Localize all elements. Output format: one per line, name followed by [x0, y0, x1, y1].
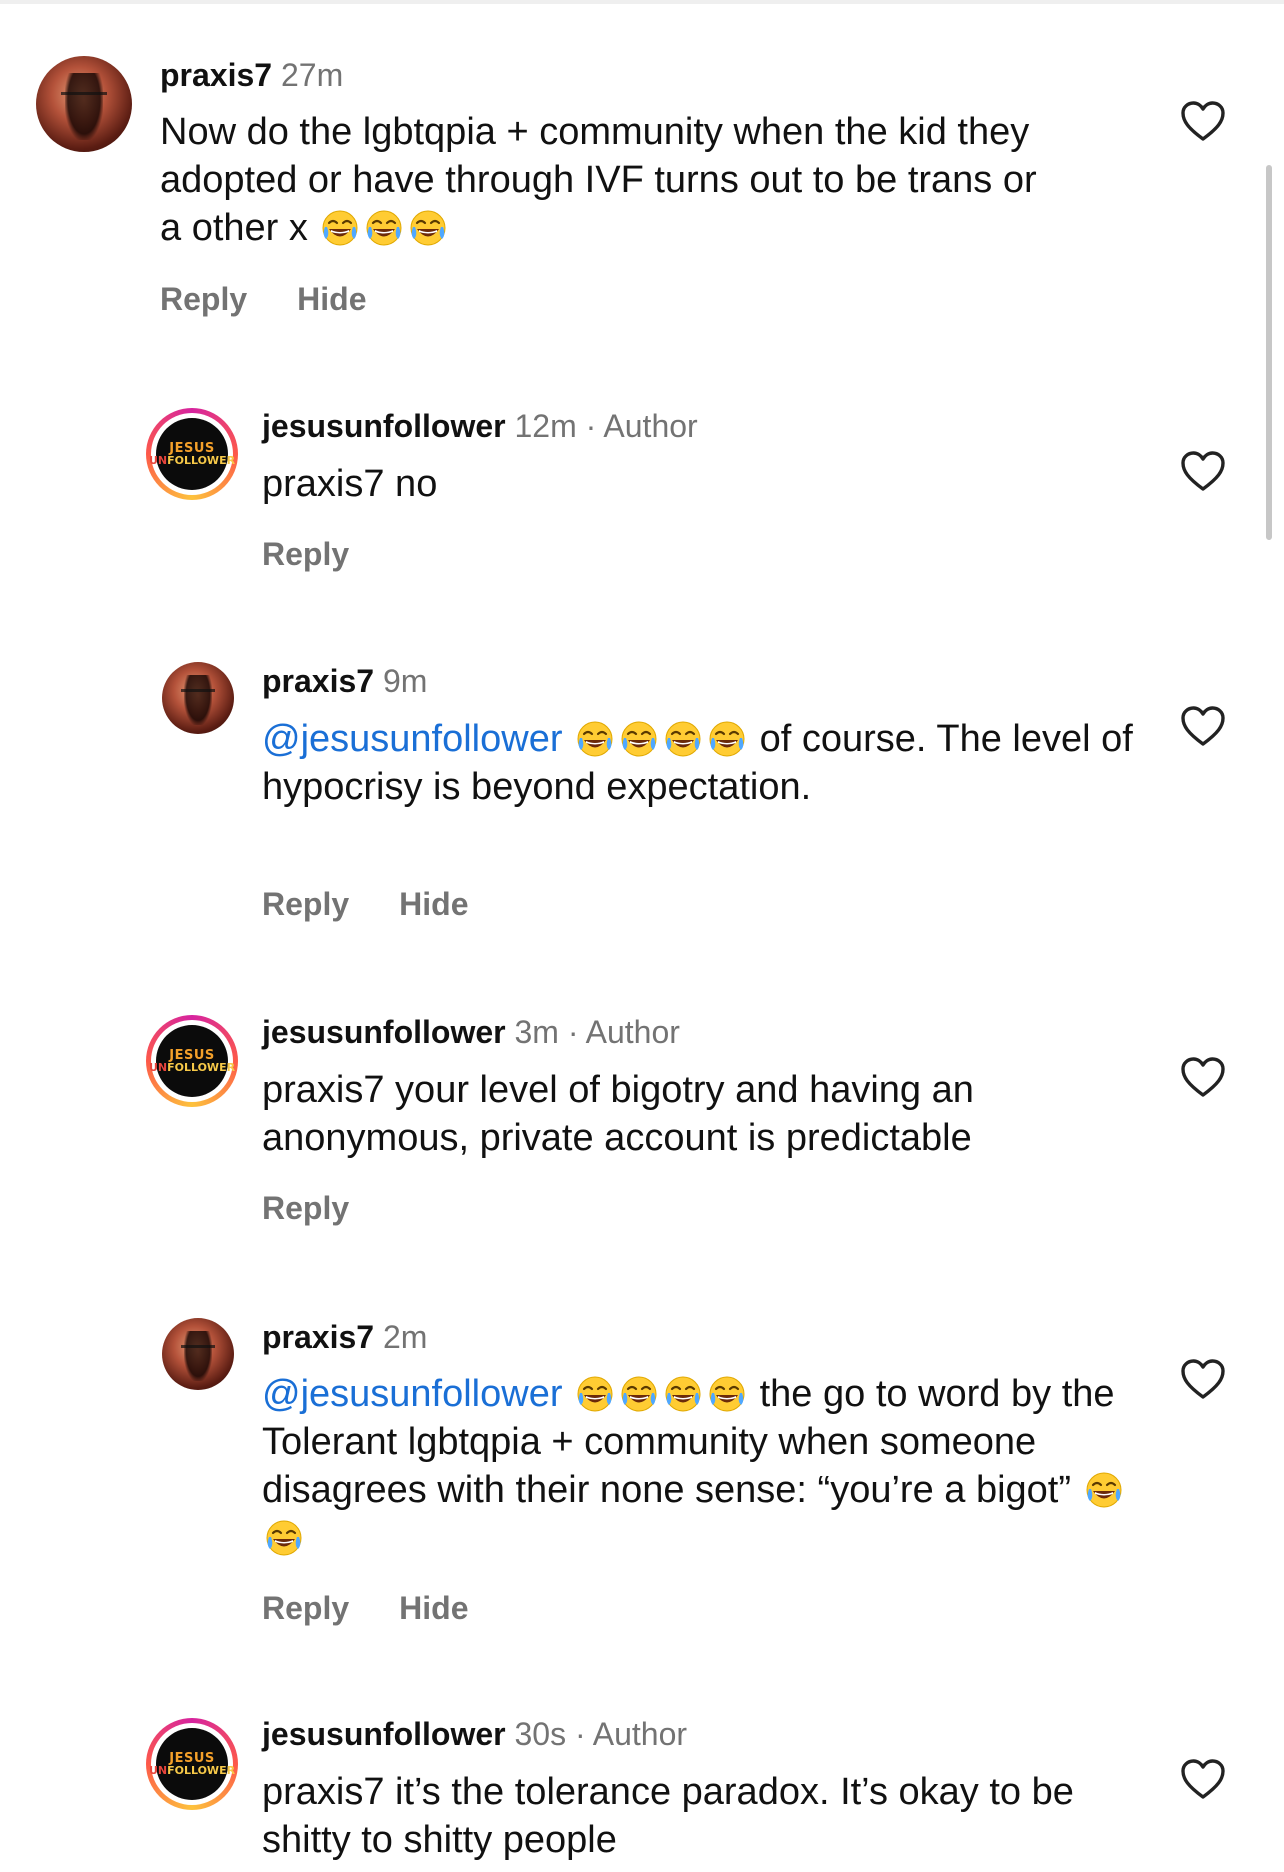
heart-outline-icon[interactable]	[1180, 450, 1226, 492]
face-with-tears-of-joy-icon	[665, 721, 701, 757]
hide-button[interactable]: Hide	[399, 1590, 468, 1626]
jesus-unfollower-logo: JESUS UNFOLLOWER	[149, 1728, 235, 1800]
comment-meta: praxis7 2m	[262, 1317, 427, 1357]
jesus-unfollower-logo: JESUS UNFOLLOWER	[149, 418, 235, 490]
comment-text: praxis7 it’s the tolerance paradox. It’s…	[262, 1771, 1074, 1861]
face-with-tears-of-joy-icon	[709, 721, 745, 757]
avatar[interactable]	[162, 1318, 234, 1390]
face-with-tears-of-joy-icon	[322, 210, 358, 246]
face-with-tears-of-joy-icon	[410, 210, 446, 246]
comment-actions: Reply Hide	[262, 1588, 518, 1628]
reply-button[interactable]: Reply	[262, 536, 349, 572]
comment-text: @jesusunfollower the go to word by the T…	[262, 1370, 1162, 1562]
face-with-tears-of-joy-icon	[577, 721, 613, 757]
author-badge: Author	[592, 1716, 688, 1752]
reply-button[interactable]: Reply	[262, 1590, 349, 1626]
comment-meta: praxis7 9m	[262, 661, 427, 701]
username[interactable]: praxis7	[262, 1319, 374, 1355]
timestamp: 27m	[280, 57, 344, 93]
username[interactable]: jesusunfollower	[262, 1014, 506, 1050]
face-with-tears-of-joy-icon	[266, 1520, 302, 1556]
heart-outline-icon[interactable]	[1180, 1758, 1226, 1800]
comment-actions: Reply Hide	[262, 884, 518, 924]
username[interactable]: jesusunfollower	[262, 408, 506, 444]
comment-meta: jesusunfollower 30s · Author	[262, 1716, 688, 1752]
heart-outline-icon[interactable]	[1180, 705, 1226, 747]
reply-button[interactable]: Reply	[262, 1190, 349, 1226]
avatar[interactable]: JESUS UNFOLLOWER	[146, 408, 238, 500]
timestamp: 30s	[514, 1716, 567, 1752]
comment-meta: jesusunfollower 3m · Author	[262, 1014, 680, 1050]
timestamp: 9m	[382, 663, 428, 699]
avatar[interactable]	[36, 56, 132, 152]
comment-text: praxis7 your level of bigotry and having…	[262, 1069, 974, 1159]
heart-outline-icon[interactable]	[1180, 1056, 1226, 1098]
avatar[interactable]	[162, 662, 234, 734]
comment-text: Now do the lgbtqpia + community when the…	[160, 111, 1037, 249]
username[interactable]: praxis7	[160, 57, 272, 93]
comment-actions: Reply	[262, 534, 399, 574]
face-with-tears-of-joy-icon	[621, 721, 657, 757]
face-with-tears-of-joy-icon	[577, 1376, 613, 1412]
hide-button[interactable]: Hide	[399, 886, 468, 922]
user-mention-link[interactable]: @jesusunfollower	[262, 1373, 563, 1415]
hide-button[interactable]: Hide	[297, 281, 366, 317]
reply-button[interactable]: Reply	[160, 281, 247, 317]
face-with-tears-of-joy-icon	[621, 1376, 657, 1412]
heart-outline-icon[interactable]	[1180, 1358, 1226, 1400]
comment-meta: praxis7 27m	[160, 55, 343, 95]
comment-actions: Reply	[262, 1188, 399, 1228]
face-with-tears-of-joy-icon	[1086, 1472, 1122, 1508]
comment-meta: jesusunfollower 12m · Author	[262, 408, 698, 444]
top-divider	[0, 0, 1284, 4]
timestamp: 2m	[382, 1319, 428, 1355]
avatar[interactable]: JESUS UNFOLLOWER	[146, 1718, 238, 1810]
author-badge: Author	[585, 1014, 680, 1050]
scrollbar[interactable]	[1266, 165, 1272, 540]
comment-text: praxis7 no	[262, 463, 438, 505]
username[interactable]: praxis7	[262, 663, 374, 699]
heart-outline-icon[interactable]	[1180, 100, 1226, 142]
face-with-tears-of-joy-icon	[366, 210, 402, 246]
timestamp: 12m	[514, 408, 577, 444]
face-with-tears-of-joy-icon	[709, 1376, 745, 1412]
avatar[interactable]: JESUS UNFOLLOWER	[146, 1015, 238, 1107]
timestamp: 3m	[514, 1014, 559, 1050]
reply-button[interactable]: Reply	[262, 886, 349, 922]
jesus-unfollower-logo: JESUS UNFOLLOWER	[149, 1025, 235, 1097]
username[interactable]: jesusunfollower	[262, 1716, 506, 1752]
comment-text: @jesusunfollower of course. The level of…	[262, 718, 1133, 808]
user-mention-link[interactable]: @jesusunfollower	[262, 718, 563, 760]
author-badge: Author	[603, 408, 698, 444]
comment-actions: Reply Hide	[160, 279, 416, 319]
face-with-tears-of-joy-icon	[665, 1376, 701, 1412]
